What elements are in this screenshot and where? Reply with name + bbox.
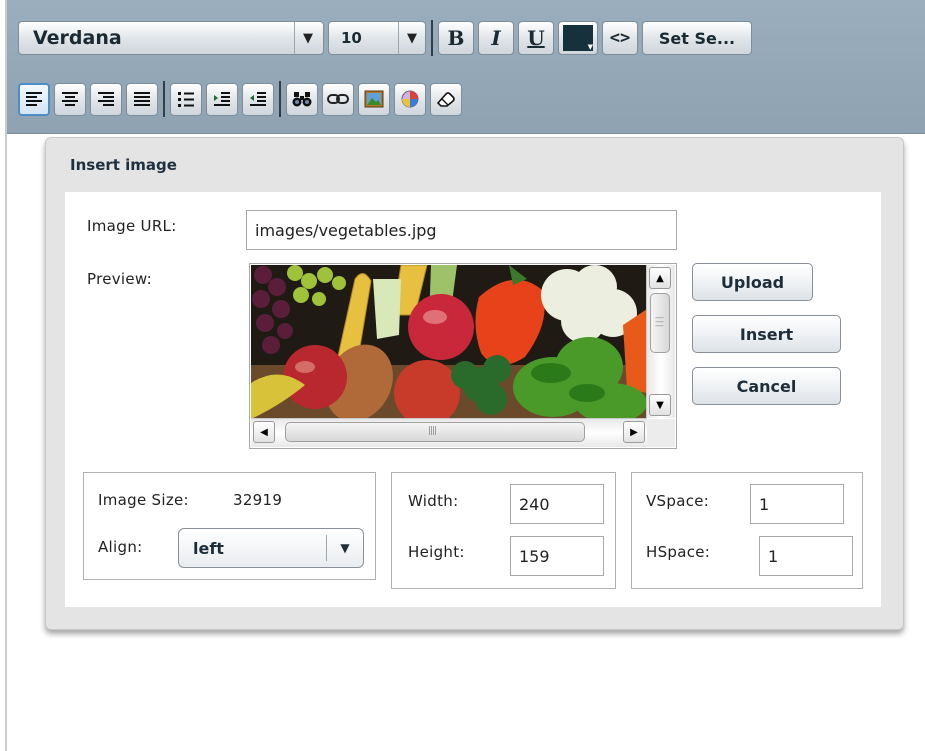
- vspace-value: 1: [759, 494, 770, 514]
- align-center-button[interactable]: [54, 82, 86, 116]
- image-size-value: 32919: [233, 491, 283, 509]
- upload-label: Upload: [720, 272, 785, 292]
- scroll-left-arrow-icon[interactable]: ◀: [253, 421, 275, 443]
- underline-button[interactable]: U: [518, 21, 554, 55]
- insert-image-button[interactable]: [358, 82, 390, 116]
- insert-image-icon: [364, 90, 384, 108]
- html-source-button[interactable]: <>: [602, 21, 638, 55]
- align-label: Align:: [98, 538, 143, 556]
- align-value: left: [193, 538, 224, 558]
- dimensions-group: Width: 240 Height: 159: [391, 472, 616, 589]
- hspace-input[interactable]: 1: [759, 536, 853, 576]
- dialog-title: Insert image: [70, 156, 177, 174]
- width-label: Width:: [408, 492, 459, 510]
- height-value: 159: [519, 546, 550, 566]
- italic-button[interactable]: I: [478, 21, 514, 55]
- vertical-scroll-thumb[interactable]: — — —: [650, 293, 670, 353]
- width-input[interactable]: 240: [510, 484, 604, 524]
- editor-toolbar: Verdana ▼ 10 ▼ B I U ▼ <> Set Se...: [7, 0, 925, 134]
- size-align-group: Image Size: 32919 Align: left ▼: [83, 472, 376, 580]
- bullet-list-icon: [178, 92, 194, 107]
- preview-horizontal-scrollbar[interactable]: ◀ |||| ▶: [251, 418, 647, 447]
- width-value: 240: [519, 494, 550, 514]
- dialog-panel: Image URL: images/vegetables.jpg Preview…: [65, 192, 881, 607]
- bold-label: B: [447, 26, 465, 50]
- preview-vertical-scrollbar[interactable]: ▲ — — — ▼: [646, 265, 675, 418]
- eraser-button[interactable]: [430, 82, 462, 116]
- bullet-list-button[interactable]: [170, 82, 202, 116]
- set-style-button[interactable]: Set Se...: [642, 21, 752, 55]
- font-family-select[interactable]: Verdana ▼: [18, 21, 324, 55]
- align-left-icon: [26, 92, 42, 106]
- image-size-label: Image Size:: [98, 491, 189, 509]
- chevron-down-icon: ▼: [294, 22, 313, 54]
- image-url-label: Image URL:: [87, 217, 177, 235]
- toolbar-separator: [163, 81, 165, 117]
- align-left-button[interactable]: [18, 82, 50, 116]
- outdent-button[interactable]: [242, 82, 274, 116]
- horizontal-scroll-thumb[interactable]: ||||: [285, 422, 585, 442]
- scroll-up-arrow-icon[interactable]: ▲: [649, 267, 671, 289]
- chevron-down-icon: ▼: [326, 535, 363, 561]
- code-label: <>: [609, 28, 631, 48]
- align-justify-icon: [134, 92, 150, 106]
- indent-icon: [214, 92, 230, 106]
- link-icon: [327, 94, 349, 104]
- font-size-value: 10: [341, 29, 362, 47]
- font-family-value: Verdana: [33, 27, 122, 49]
- height-input[interactable]: 159: [510, 536, 604, 576]
- insert-object-button[interactable]: [394, 82, 426, 116]
- preview-label: Preview:: [87, 270, 153, 288]
- vspace-label: VSpace:: [646, 492, 710, 510]
- chevron-down-icon: ▼: [587, 43, 593, 51]
- eraser-icon: [436, 92, 455, 107]
- underline-label: U: [527, 26, 545, 50]
- hspace-label: HSpace:: [646, 543, 711, 561]
- image-url-value: images/vegetables.jpg: [255, 220, 437, 240]
- outdent-icon: [250, 92, 266, 106]
- scrollbar-corner: [647, 419, 675, 447]
- scroll-right-arrow-icon[interactable]: ▶: [623, 421, 645, 443]
- toolbar-row-1: Verdana ▼ 10 ▼ B I U ▼ <> Set Se...: [18, 20, 756, 56]
- cancel-button[interactable]: Cancel: [692, 367, 841, 405]
- font-size-select[interactable]: 10 ▼: [328, 21, 426, 55]
- toolbar-row-2: [18, 81, 466, 117]
- align-justify-button[interactable]: [126, 82, 158, 116]
- chevron-down-icon: ▼: [398, 22, 417, 54]
- find-icon: [292, 92, 312, 107]
- insert-link-button[interactable]: [322, 82, 354, 116]
- hspace-value: 1: [768, 546, 779, 566]
- vegetables-image: [251, 265, 647, 419]
- align-right-button[interactable]: [90, 82, 122, 116]
- vspace-input[interactable]: 1: [750, 484, 844, 524]
- find-button[interactable]: [286, 82, 318, 116]
- indent-button[interactable]: [206, 82, 238, 116]
- height-label: Height:: [408, 543, 465, 561]
- insert-label: Insert: [739, 324, 794, 344]
- scroll-down-arrow-icon[interactable]: ▼: [649, 394, 671, 416]
- align-select[interactable]: left ▼: [178, 528, 364, 568]
- insert-image-dialog: Insert image Image URL: images/vegetable…: [45, 137, 904, 630]
- text-color-button[interactable]: ▼: [558, 21, 598, 55]
- bold-button[interactable]: B: [438, 21, 474, 55]
- cancel-label: Cancel: [736, 376, 797, 396]
- spacing-group: VSpace: 1 HSpace: 1: [631, 472, 863, 589]
- toolbar-separator: [431, 20, 433, 56]
- upload-button[interactable]: Upload: [692, 263, 813, 301]
- italic-label: I: [491, 26, 501, 50]
- set-style-label: Set Se...: [658, 28, 736, 48]
- align-right-icon: [98, 92, 114, 106]
- image-url-input[interactable]: images/vegetables.jpg: [246, 210, 677, 250]
- image-preview: ▲ — — — ▼ ◀ |||| ▶: [249, 263, 677, 449]
- align-center-icon: [62, 92, 78, 106]
- insert-object-icon: [401, 90, 419, 108]
- toolbar-separator: [279, 81, 281, 117]
- insert-button[interactable]: Insert: [692, 315, 841, 353]
